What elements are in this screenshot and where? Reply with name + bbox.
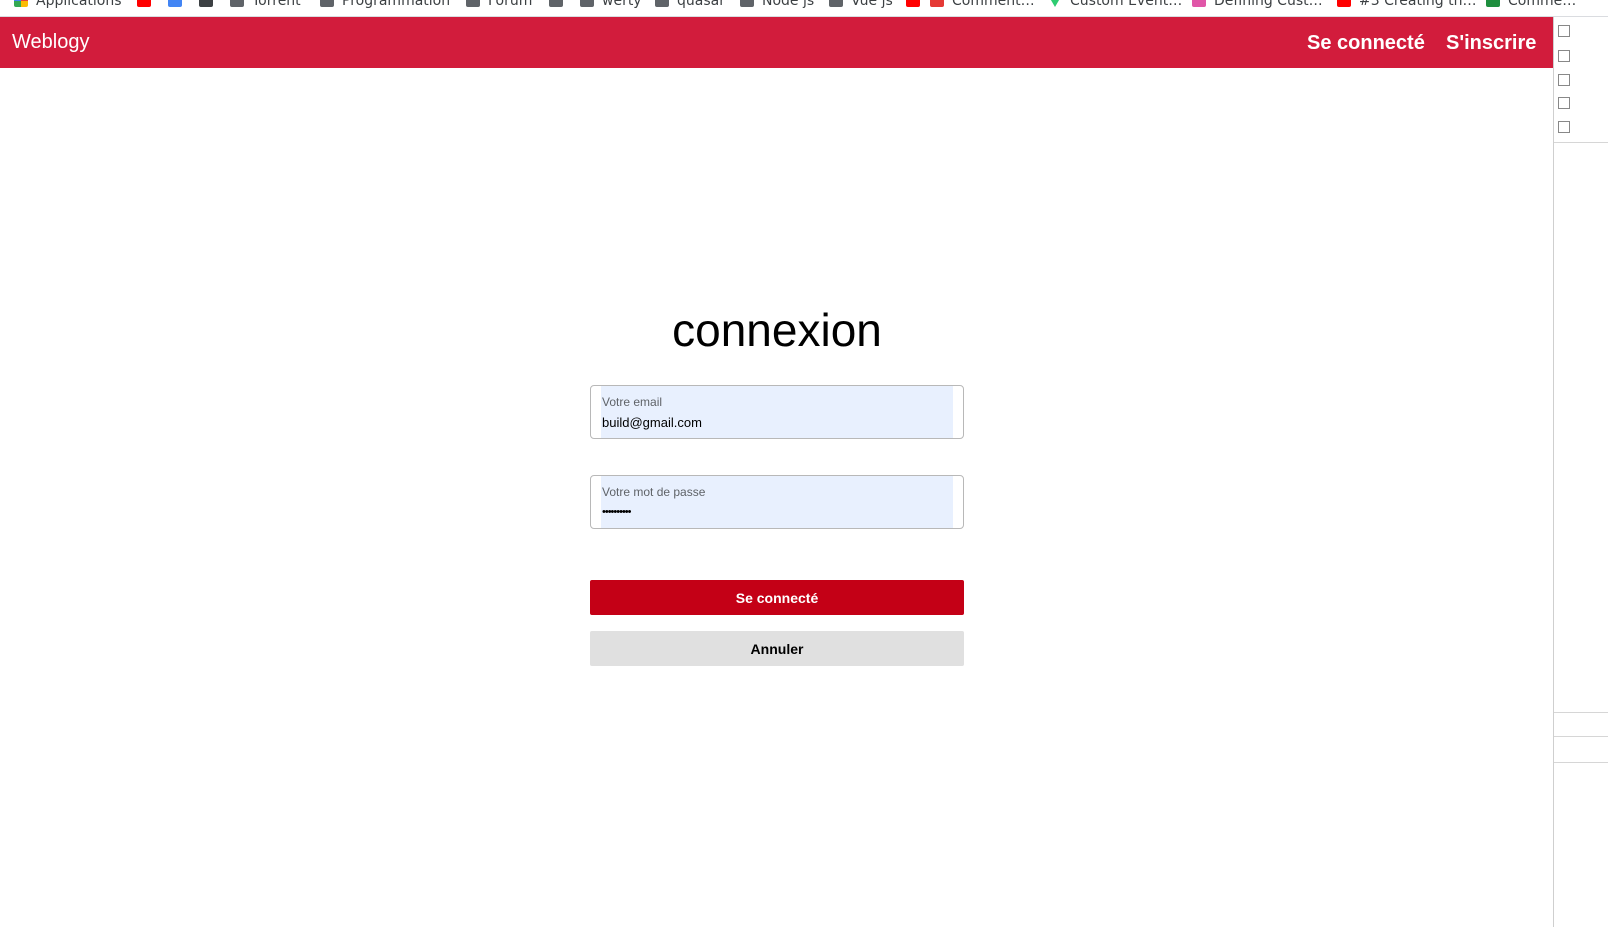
cancel-button[interactable]: Annuler [590, 631, 964, 666]
folder-icon [580, 0, 594, 7]
bookmark-nodejs[interactable]: Node js [740, 0, 814, 11]
devtools-divider [1554, 762, 1608, 763]
folder-icon [320, 0, 334, 7]
bookmark-youtube[interactable] [137, 0, 151, 11]
devtools-panel [1553, 17, 1608, 927]
bookmark-vuejs[interactable]: Vue js [829, 0, 893, 11]
bookmark-werty[interactable]: werty [580, 0, 642, 11]
bookmark-creating[interactable]: #3 Creating th… [1337, 0, 1476, 11]
bookmark-defining-custom[interactable]: Defining Cust… [1192, 0, 1323, 11]
youtube-icon [1337, 0, 1351, 7]
password-field[interactable]: Votre mot de passe [590, 475, 964, 529]
devtools-control[interactable] [1558, 25, 1570, 37]
folder-icon [230, 0, 244, 7]
gear-icon [549, 0, 563, 7]
bookmark-settings[interactable] [549, 0, 563, 11]
youtube-icon [906, 0, 920, 7]
devtools-divider [1554, 736, 1608, 737]
bookmark-torrent[interactable]: Torrent [230, 0, 301, 11]
devtools-divider [1554, 142, 1608, 143]
red-circle-icon [930, 0, 944, 7]
pink-icon [1192, 0, 1206, 7]
bookmark-youtube-2[interactable] [906, 0, 920, 11]
bookmark-quasar[interactable]: quasar [655, 0, 725, 11]
folder-icon [740, 0, 754, 7]
nav-signup-link[interactable]: S'inscrire [1446, 31, 1536, 55]
brand-logo[interactable]: Weblogy [12, 30, 89, 54]
folder-icon [466, 0, 480, 7]
nav-login-link[interactable]: Se connecté [1307, 31, 1425, 55]
password-input[interactable] [602, 503, 942, 521]
bookmark-programmation[interactable]: Programmation [320, 0, 450, 11]
bookmark-comment[interactable]: Comment… [930, 0, 1035, 11]
folder-icon [655, 0, 669, 7]
bookmark-doc[interactable] [168, 0, 182, 11]
login-button[interactable]: Se connecté [590, 580, 964, 615]
doc-icon [168, 0, 182, 7]
bookmark-circle[interactable] [199, 0, 213, 11]
green-icon [1486, 0, 1500, 7]
devtools-control[interactable] [1558, 97, 1570, 109]
email-label: Votre email [602, 395, 663, 409]
page-title: connexion [672, 304, 882, 356]
youtube-icon [137, 0, 151, 7]
bookmarks-bar: Applications Torrent Programmation Forum… [0, 0, 1608, 17]
bookmark-comme[interactable]: Comme… [1486, 0, 1576, 11]
bookmark-applications[interactable]: Applications [14, 0, 122, 11]
password-label: Votre mot de passe [602, 485, 706, 499]
vue-icon [1048, 0, 1062, 7]
email-field[interactable]: Votre email [590, 385, 964, 439]
folder-icon [829, 0, 843, 7]
app-header: Weblogy Se connecté S'inscrire [0, 17, 1553, 68]
bookmark-custom-event[interactable]: Custom Event… [1048, 0, 1182, 11]
devtools-control[interactable] [1558, 50, 1570, 62]
circle-icon [199, 0, 213, 7]
bookmark-forum[interactable]: Forum [466, 0, 532, 11]
devtools-control[interactable] [1558, 121, 1570, 133]
email-input[interactable] [602, 413, 942, 431]
devtools-divider [1554, 712, 1608, 713]
apps-icon [14, 0, 28, 7]
devtools-control[interactable] [1558, 74, 1570, 86]
